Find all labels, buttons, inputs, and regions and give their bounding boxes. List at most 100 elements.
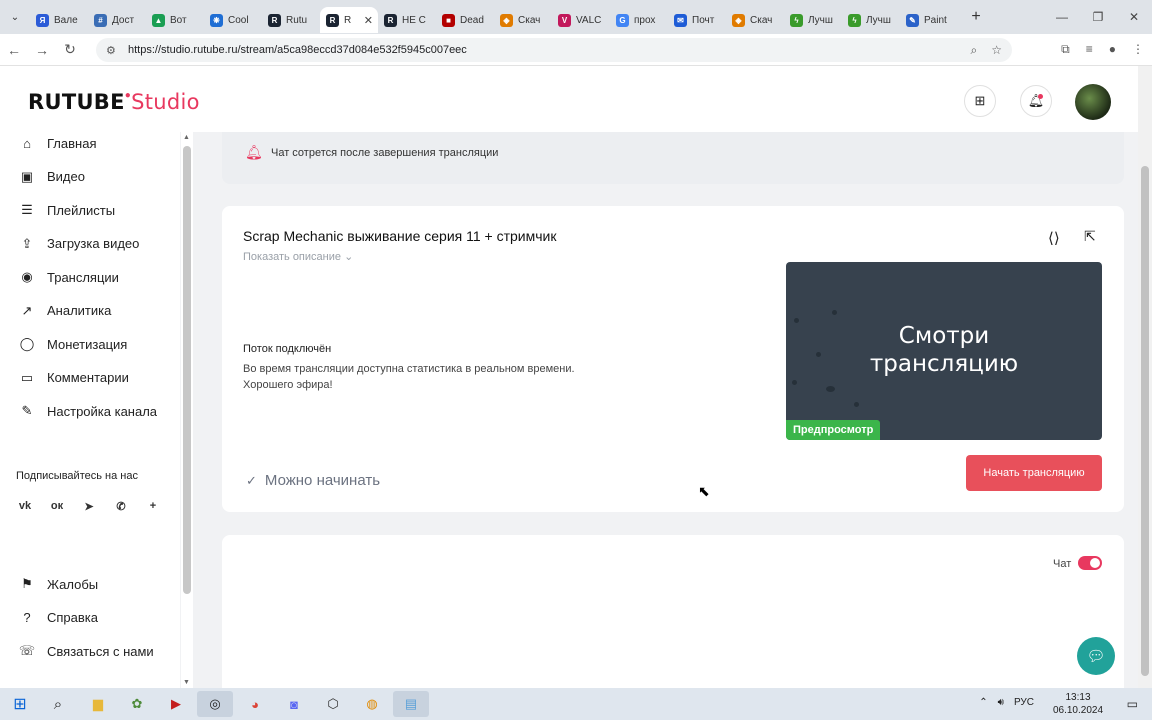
site-info-icon[interactable]: ⚙ xyxy=(106,44,124,57)
page-scrollbar[interactable] xyxy=(1138,66,1152,688)
sidebar-item[interactable]: ☰ Плейлисты xyxy=(0,196,180,224)
browser-tab[interactable]: R Rutu xyxy=(262,7,320,33)
bookmark-star-icon[interactable]: ☆ xyxy=(991,43,1002,58)
close-window-icon[interactable]: ✕ xyxy=(1116,0,1152,34)
preview-speck xyxy=(832,310,837,315)
playlist-icon: ☰ xyxy=(21,202,33,217)
browser-tab[interactable]: ▲ Вот xyxy=(146,7,204,33)
start-menu-icon[interactable]: ⊞ xyxy=(2,691,38,717)
back-icon[interactable]: ← xyxy=(0,42,28,58)
sidebar-item[interactable]: ✎ Настройка канала xyxy=(0,397,180,425)
sidebar-scrollbar[interactable]: ▲ ▼ xyxy=(181,132,193,688)
viber-icon[interactable]: ✆ xyxy=(112,496,130,516)
browser-tab[interactable]: ◈ Скач xyxy=(726,7,784,33)
scroll-up-arrow-icon[interactable]: ▲ xyxy=(183,134,190,141)
browser-tab[interactable]: ✎ Paint xyxy=(900,7,958,33)
browser-tab[interactable]: ϟ Лучш xyxy=(842,7,900,33)
share-icon[interactable]: ⟨⟩ xyxy=(1048,229,1060,247)
sidebar-item[interactable]: ⇪ Загрузка видео xyxy=(0,230,180,258)
sidebar-item[interactable]: ◉ Трансляции xyxy=(0,263,180,291)
sidebar-item[interactable]: ◯ Монетизация xyxy=(0,330,180,358)
browser-tab[interactable]: # Дост xyxy=(88,7,146,33)
notifications-button[interactable]: 🔔︎ xyxy=(1020,85,1052,117)
scroll-down-arrow-icon[interactable]: ▼ xyxy=(183,679,190,686)
sidebar-scroll-thumb[interactable] xyxy=(183,146,191,594)
more-socials-icon[interactable]: + xyxy=(144,496,162,516)
address-bar[interactable]: ⚙ https://studio.rutube.ru/stream/a5ca98… xyxy=(96,38,1012,62)
restore-icon[interactable]: ❐ xyxy=(1080,0,1116,34)
new-tab-button[interactable]: + xyxy=(962,8,990,26)
rutube-studio-logo[interactable]: RUTUBE●Studio xyxy=(28,90,200,115)
browser-tab[interactable]: ■ Dead xyxy=(436,7,494,33)
stream-preview[interactable]: Смотри трансляцию Предпросмотр xyxy=(786,262,1102,440)
open-external-icon[interactable]: ⇱ xyxy=(1084,228,1096,245)
browser-tab[interactable]: V VALC xyxy=(552,7,610,33)
browser-tab[interactable]: R НЕ С xyxy=(378,7,436,33)
browser-tab[interactable]: R R ✕ xyxy=(320,7,378,33)
browser-tab[interactable]: ❋ Cool xyxy=(204,7,262,33)
unity-icon[interactable]: ⬡ xyxy=(315,691,351,717)
sidebar-item[interactable]: ? Справка xyxy=(0,604,180,632)
sidebar-item[interactable]: ☏ Связаться с нами xyxy=(0,637,180,665)
sidebar-item[interactable]: ⚑ Жалобы xyxy=(0,570,180,598)
extensions-icon[interactable]: ⧉ xyxy=(1061,42,1070,57)
chrome-icon[interactable]: ◕ xyxy=(237,691,273,717)
sidebar-item[interactable]: ⌂ Главная xyxy=(0,129,180,157)
create-button[interactable]: ⊞ xyxy=(964,85,996,117)
language-indicator[interactable]: РУС xyxy=(1014,697,1034,708)
sidebar-item-label: Аналитика xyxy=(47,303,112,318)
profile-icon[interactable]: ● xyxy=(1109,42,1116,57)
obs-icon[interactable]: ◎ xyxy=(197,691,233,717)
media-icon[interactable]: ≡ xyxy=(1086,42,1093,57)
url-text[interactable]: https://studio.rutube.ru/stream/a5ca98ec… xyxy=(128,44,467,56)
ok-icon[interactable]: ок xyxy=(48,496,66,516)
clock[interactable]: 13:13 06.10.2024 xyxy=(1052,691,1104,717)
blender-icon[interactable]: ◍ xyxy=(354,691,390,717)
file-explorer-icon[interactable]: ▆ xyxy=(80,691,116,717)
sidebar-item[interactable]: ▭ Комментарии xyxy=(0,364,180,392)
browser-tab[interactable]: ϟ Лучш xyxy=(784,7,842,33)
telegram-icon[interactable]: ➤ xyxy=(80,496,98,516)
browser-tab[interactable]: Gпрох xyxy=(610,7,668,33)
app-header: RUTUBE●Studio ⊞ 🔔︎ xyxy=(0,66,1138,132)
support-chat-button[interactable]: 💬︎ xyxy=(1077,637,1115,675)
sidebar-item-label: Плейлисты xyxy=(47,202,116,218)
avatar[interactable] xyxy=(1075,84,1111,120)
sidebar-item[interactable]: ▣ Видео xyxy=(0,163,180,191)
minimize-icon[interactable]: — xyxy=(1044,0,1080,34)
chat-toggle[interactable] xyxy=(1078,556,1102,570)
start-stream-button[interactable]: Начать трансляцию xyxy=(966,455,1102,491)
search-icon[interactable]: ⌕ xyxy=(40,691,76,717)
browser-menu-icon[interactable]: ⋮ xyxy=(1132,42,1144,57)
forward-icon[interactable]: → xyxy=(28,42,56,58)
tab-title: Dead xyxy=(460,14,484,26)
browser-tab[interactable]: Я Вале xyxy=(30,7,88,33)
discord-icon[interactable]: ◙ xyxy=(276,691,312,717)
tab-title: Скач xyxy=(750,14,773,26)
preview-speck xyxy=(826,386,835,392)
tab-title: прох xyxy=(634,14,656,26)
tab-search-menu[interactable]: ⌄ xyxy=(0,0,30,34)
notepad-icon[interactable]: ▤ xyxy=(393,691,429,717)
reload-icon[interactable]: ↻ xyxy=(56,41,84,58)
mouse-cursor-icon: ⬉ xyxy=(698,483,710,499)
media-player-icon[interactable]: ▶ xyxy=(158,691,194,717)
sidebar-item[interactable]: ↗ Аналитика xyxy=(0,297,180,325)
zoom-icon[interactable]: ⌕ xyxy=(971,43,978,58)
windows-taskbar: ⊞ ⌕ ▆ ✿ ▶ ◎ ◕ ◙ ⬡ ◍ ▤ ⌃ 🔊︎ РУС 13:13 06.… xyxy=(0,688,1152,720)
page-scroll-thumb[interactable] xyxy=(1141,166,1149,676)
sidebar-item-label: Трансляции xyxy=(47,269,119,285)
notification-center-icon[interactable]: ▭ xyxy=(1127,697,1138,711)
app-icon[interactable]: ✿ xyxy=(119,691,155,717)
volume-icon[interactable]: 🔊︎ xyxy=(998,697,1004,708)
vk-icon[interactable]: vk xyxy=(16,496,34,516)
show-description-toggle[interactable]: Показать описание ⌄ xyxy=(243,250,353,263)
browser-tab[interactable]: ✉ Почт xyxy=(668,7,726,33)
preview-speck xyxy=(792,380,797,385)
ready-status: ✓ Можно начинать xyxy=(246,472,380,489)
close-tab-icon[interactable]: ✕ xyxy=(364,14,373,27)
browser-tab[interactable]: ◈ Скач xyxy=(494,7,552,33)
tray-chevron-icon[interactable]: ⌃ xyxy=(979,697,987,708)
tab-title: Paint xyxy=(924,14,947,26)
tab-favicon-icon: ■ xyxy=(442,13,455,27)
